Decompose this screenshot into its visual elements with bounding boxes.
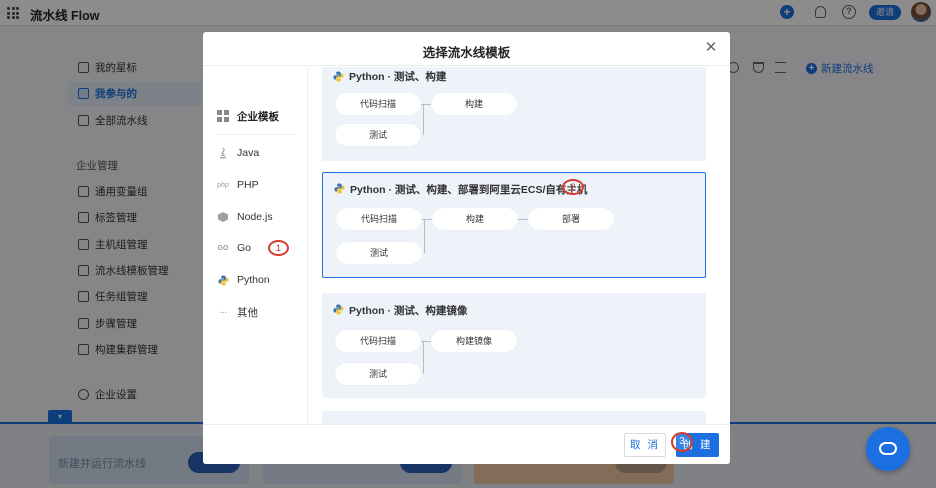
- category-label: 企业模板: [237, 110, 279, 123]
- go-icon: GO: [217, 244, 229, 252]
- category-label: Java: [237, 147, 260, 159]
- template-card-partial[interactable]: [322, 411, 706, 425]
- template-card[interactable]: Python · 测试、构建 代码扫描 测试 构建: [322, 67, 706, 161]
- java-icon: [217, 147, 229, 159]
- nodejs-icon: [217, 211, 229, 223]
- stage-build: 构建: [432, 208, 518, 230]
- category-label: Python: [237, 274, 270, 286]
- template-title: Python · 测试、构建: [349, 71, 447, 83]
- close-icon[interactable]: ✕: [704, 40, 718, 55]
- cancel-button[interactable]: 取 消: [624, 433, 666, 457]
- step-annotation-3: 3: [671, 432, 693, 452]
- step-annotation-2: 2: [562, 179, 584, 195]
- stage-code-scan: 代码扫描: [335, 93, 421, 115]
- template-title: Python · 测试、构建、部署到阿里云ECS/自有主机: [350, 184, 588, 196]
- category-php[interactable]: php PHP: [217, 176, 259, 194]
- stage-deploy: 部署: [528, 208, 614, 230]
- category-other[interactable]: ··· 其他: [217, 303, 259, 321]
- python-icon: [333, 304, 344, 315]
- category-nodejs[interactable]: Node.js: [217, 208, 273, 226]
- stage-code-scan: 代码扫描: [335, 330, 421, 352]
- template-list: Python · 测试、构建 代码扫描 测试 构建 Python · 测试、构建…: [309, 67, 730, 425]
- category-enterprise[interactable]: 企业模板: [217, 107, 279, 125]
- stage-test: 测试: [336, 242, 422, 264]
- stage-connector: [423, 104, 424, 135]
- category-label: 其他: [237, 306, 258, 319]
- stage-connector: [424, 219, 425, 253]
- grid-icon: [217, 110, 229, 122]
- modal-footer: 取 消 创 建: [203, 424, 730, 464]
- stage-connector: [423, 341, 424, 374]
- category-list: 企业模板 Java php PHP Node.js GO Go Python ·…: [203, 67, 308, 425]
- chat-icon: [879, 442, 897, 455]
- python-icon: [333, 71, 344, 82]
- template-title: Python · 测试、构建镜像: [349, 305, 468, 317]
- step-annotation-1: 1: [268, 240, 289, 256]
- python-icon: [217, 274, 229, 286]
- python-icon: [334, 183, 345, 194]
- category-divider: [217, 134, 295, 135]
- chat-button[interactable]: [866, 427, 910, 471]
- more-icon: ···: [219, 306, 228, 318]
- modal-header: 选择流水线模板 ✕: [203, 32, 730, 66]
- category-java[interactable]: Java: [217, 144, 259, 162]
- stage-test: 测试: [335, 363, 421, 385]
- stage-build: 构建: [431, 93, 517, 115]
- category-python[interactable]: Python: [217, 271, 270, 289]
- category-label: Go: [237, 242, 252, 254]
- stage-connector: [518, 219, 528, 220]
- category-go[interactable]: GO Go: [217, 239, 251, 257]
- template-card-selected[interactable]: Python · 测试、构建、部署到阿里云ECS/自有主机 代码扫描 测试 构建…: [322, 172, 706, 278]
- modal-title: 选择流水线模板: [422, 46, 511, 60]
- template-card[interactable]: Python · 测试、构建镜像 代码扫描 测试 构建镜像: [322, 293, 706, 398]
- stage-code-scan: 代码扫描: [336, 208, 422, 230]
- category-label: PHP: [237, 179, 259, 191]
- stage-build-image: 构建镜像: [431, 330, 517, 352]
- php-icon: php: [217, 181, 229, 189]
- stage-test: 测试: [335, 124, 421, 146]
- category-label: Node.js: [237, 211, 273, 223]
